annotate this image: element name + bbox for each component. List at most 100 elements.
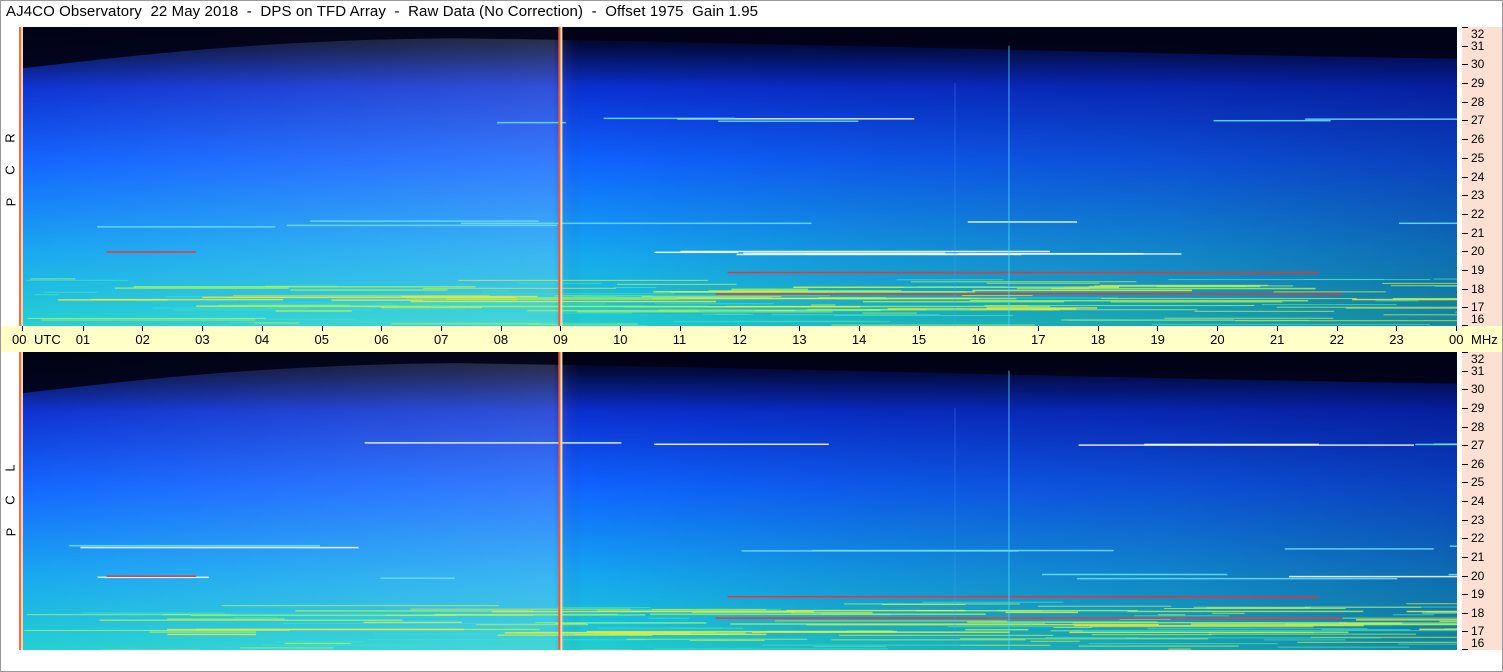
noise-line <box>1263 639 1346 641</box>
interference-line <box>497 121 566 124</box>
interference-line <box>654 251 739 254</box>
time-tick-label: 07 <box>433 332 449 347</box>
time-tick <box>261 326 263 331</box>
noise-line <box>927 309 971 311</box>
noise-line <box>641 296 782 298</box>
noise-line <box>41 319 256 321</box>
noise-line <box>232 295 490 297</box>
interference-line <box>718 120 859 122</box>
time-tick <box>679 326 681 331</box>
time-tick <box>1038 326 1040 331</box>
time-tick-label: 05 <box>314 332 329 347</box>
time-tick-label: 06 <box>374 332 389 347</box>
time-tick-label: 00 <box>12 332 27 347</box>
noise-line <box>1110 301 1283 303</box>
freq-tick <box>1462 269 1468 271</box>
noise-line <box>1045 637 1139 639</box>
freq-tick <box>1462 501 1468 502</box>
noise-line <box>1273 291 1386 293</box>
noise-line <box>30 278 76 280</box>
time-tick <box>620 326 622 331</box>
noise-line <box>1277 646 1410 648</box>
interference-line <box>527 309 700 312</box>
noise-line <box>173 309 372 311</box>
time-tick-label: 13 <box>792 332 807 347</box>
freq-tick <box>1462 232 1468 234</box>
time-tick <box>321 326 323 331</box>
noise-line <box>616 283 737 285</box>
interference-line <box>1213 119 1331 122</box>
noise-line <box>284 642 352 644</box>
marker-line <box>727 595 1319 598</box>
noise-line <box>831 639 1026 641</box>
freq-tick <box>1462 370 1468 372</box>
interference-line <box>149 631 257 633</box>
time-tick <box>1396 326 1398 331</box>
time-tick-label: 02 <box>135 332 150 347</box>
time-tick <box>381 326 383 331</box>
noise-line <box>648 617 689 619</box>
time-tick-label: 19 <box>1150 332 1165 347</box>
interference-line <box>380 577 455 579</box>
noise-line <box>1383 314 1457 316</box>
interference-line <box>1305 118 1457 120</box>
interference-line <box>1191 623 1457 625</box>
freq-tick <box>1462 288 1468 290</box>
interference-line <box>167 633 257 636</box>
freq-tick-label: 16 <box>1471 636 1485 650</box>
freq-tick-label: 29 <box>1471 400 1485 415</box>
noise-line <box>254 322 300 324</box>
time-tick <box>82 326 84 331</box>
time-tick <box>799 326 801 331</box>
freq-tick-label: 24 <box>1471 494 1485 508</box>
interference-line <box>730 623 1045 625</box>
noise-line <box>228 297 426 299</box>
noise-line <box>1276 306 1457 308</box>
marker-line <box>106 575 197 577</box>
time-tick-label: 08 <box>493 332 509 347</box>
time-tick-label: UTC <box>34 332 61 347</box>
interference-line <box>741 550 1019 552</box>
interference-line <box>1449 545 1457 547</box>
time-axis: 00 UTC 01 02 03 04 05 06 07 08 09 10 11 12 13 14 15 16 17 1… <box>0 326 1503 352</box>
noise-line <box>652 609 767 611</box>
time-tick <box>1157 326 1159 331</box>
spectrogram-shading <box>23 27 1457 326</box>
noise-line <box>626 638 808 640</box>
freq-tick-label: 25 <box>1471 150 1485 165</box>
time-tick <box>1097 326 1099 331</box>
vertical-interference <box>1008 45 1010 326</box>
interference-line <box>290 289 448 291</box>
interference-line <box>1398 222 1457 225</box>
noise-line <box>766 630 867 632</box>
interference-line <box>654 443 829 446</box>
interference-line <box>364 442 622 444</box>
freq-tick <box>1462 631 1468 633</box>
time-tick-label: 14 <box>851 332 867 347</box>
noise-line <box>43 291 98 293</box>
noise-line <box>613 287 657 289</box>
time-tick-label: 15 <box>911 332 927 347</box>
spectrogram-rcp-svg <box>23 27 1457 326</box>
noise-line <box>692 612 796 614</box>
freq-tick <box>1462 251 1468 253</box>
noise-line <box>1390 285 1457 287</box>
freq-tick-label: 27 <box>1471 113 1485 128</box>
noise-line <box>1254 630 1457 632</box>
noise-line <box>410 608 631 610</box>
freq-tick-label: 21 <box>1471 549 1485 564</box>
time-tick-label: 12 <box>732 332 747 347</box>
noise-line <box>1075 629 1256 631</box>
interference-line <box>114 287 289 289</box>
freq-tick <box>1462 120 1468 122</box>
noise-line <box>689 639 765 641</box>
time-tick <box>22 326 23 331</box>
freq-tick-label: 22 <box>1471 206 1485 221</box>
freq-tick-label: 28 <box>1471 94 1485 109</box>
time-tick-label: 23 <box>1389 332 1404 347</box>
interference-line <box>1288 575 1457 578</box>
noise-line <box>1321 629 1411 631</box>
freq-tick-label: 29 <box>1471 76 1485 91</box>
time-tick-label: 11 <box>672 332 687 347</box>
noise-line <box>1454 311 1457 313</box>
